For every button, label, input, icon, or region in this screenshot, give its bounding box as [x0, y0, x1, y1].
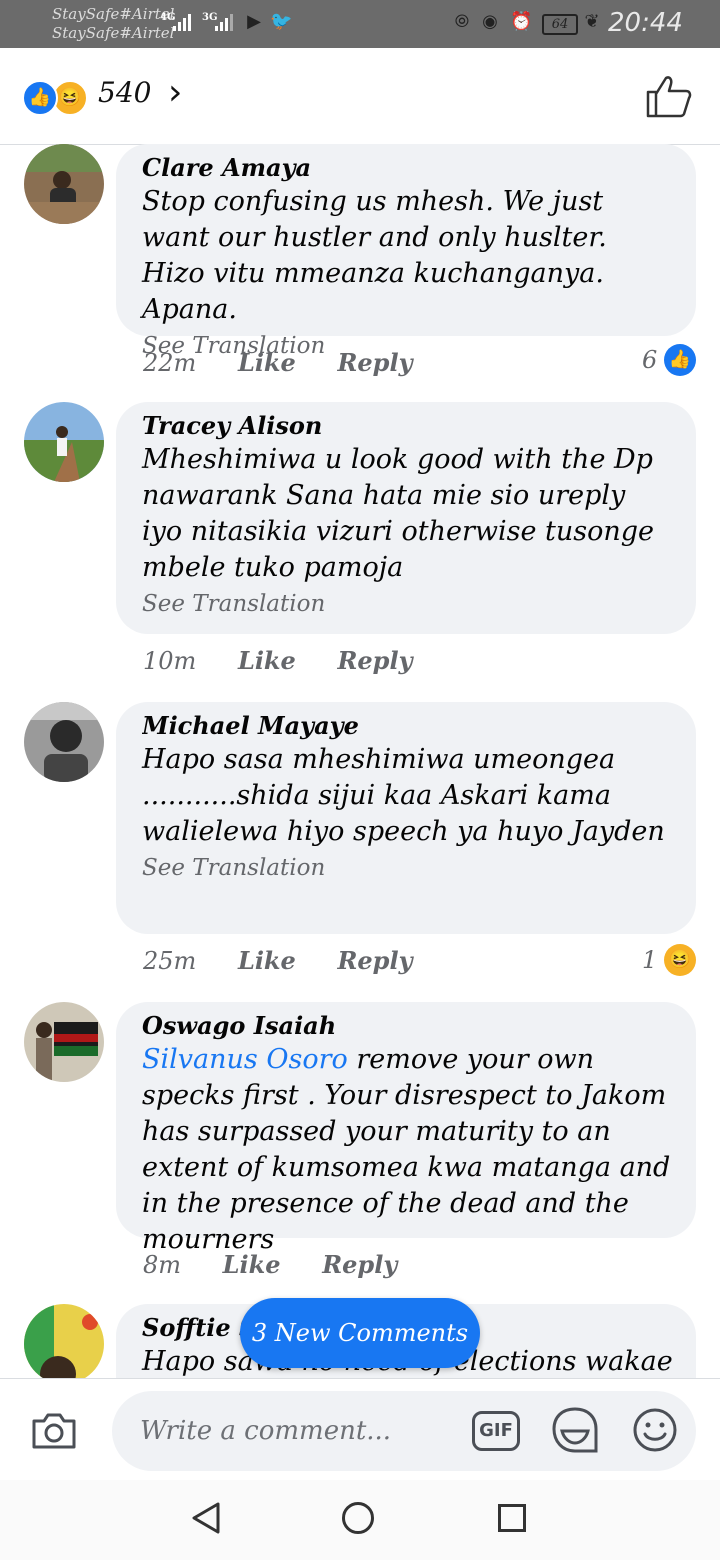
like-button[interactable]: Like [238, 646, 296, 675]
comment-author[interactable]: Michael Mayaye [142, 710, 672, 742]
like-icon: 👍 [664, 344, 696, 376]
comment-text: Silvanus Osoro remove your own specks fi… [142, 1042, 672, 1258]
system-nav-bar [0, 1480, 720, 1560]
comment-bubble[interactable]: Tracey Alison Mheshimiwa u look good wit… [116, 402, 696, 634]
gif-button[interactable]: GIF [472, 1411, 520, 1451]
recent-apps-icon[interactable] [498, 1504, 526, 1532]
comment-author[interactable]: Oswago Isaiah [142, 1010, 672, 1042]
comments-sheet: 👍 😆 540 › Clare Amaya Stop confusing us … [0, 48, 720, 1560]
carrier-1: StaySafe#Airtel [52, 5, 175, 23]
avatar[interactable] [24, 1002, 104, 1082]
comment-text-body: remove your own specks first . Your disr… [142, 1044, 671, 1255]
reply-button[interactable]: Reply [322, 1250, 397, 1279]
comment-reaction-count[interactable]: 1 [642, 946, 657, 974]
signal-icon-2 [215, 14, 233, 31]
comment-meta: 25m Like Reply [143, 946, 447, 975]
comment-text: Hapo sasa mheshimiwa umeongea ..........… [142, 744, 665, 847]
like-icon: 👍 [22, 80, 58, 116]
comment-time: 10m [143, 647, 197, 675]
reply-button[interactable]: Reply [337, 348, 412, 377]
comment-time: 22m [143, 349, 197, 377]
like-outline-icon[interactable] [644, 74, 692, 118]
camera-icon[interactable] [30, 1411, 78, 1451]
reply-button[interactable]: Reply [337, 646, 412, 675]
see-translation-link[interactable]: See Translation [142, 852, 672, 884]
reply-button[interactable]: Reply [337, 946, 412, 975]
alarm-icon: ⏰ [510, 11, 533, 32]
carrier-2: StaySafe#Airtel [52, 24, 175, 42]
new-comments-button[interactable]: 3 New Comments [240, 1298, 480, 1368]
comment-item: Tracey Alison Mheshimiwa u look good wit… [0, 402, 720, 692]
home-icon[interactable] [342, 1502, 374, 1534]
emoji-icon[interactable] [632, 1407, 678, 1453]
signal-icon [173, 14, 191, 31]
leaf-icon: ❦ [584, 11, 600, 32]
comment-time: 25m [143, 947, 197, 975]
comment-bubble[interactable]: Michael Mayaye Hapo sasa mheshimiwa umeo… [116, 702, 696, 934]
comment-meta: 8m Like Reply [143, 1250, 431, 1279]
reactions-header[interactable]: 👍 😆 540 › [0, 48, 720, 145]
avatar[interactable] [24, 402, 104, 482]
comment-bubble[interactable]: Clare Amaya Stop confusing us mhesh. We … [116, 144, 696, 359]
comment-text: Stop confusing us mhesh. We just want ou… [142, 186, 607, 325]
comment-item: Oswago Isaiah Silvanus Osoro remove your… [0, 1002, 720, 1292]
comment-item: Clare Amaya Stop confusing us mhesh. We … [0, 144, 720, 394]
battery-indicator: 64 [542, 14, 578, 35]
status-clock: 20:44 [608, 8, 683, 38]
mention-link[interactable]: Silvanus Osoro [142, 1044, 348, 1075]
reaction-count[interactable]: 540 [98, 76, 151, 109]
comment-item: Michael Mayaye Hapo sasa mheshimiwa umeo… [0, 702, 720, 992]
comment-input[interactable] [112, 1391, 696, 1471]
comment-meta: 22m Like Reply [143, 348, 447, 377]
avatar[interactable] [24, 144, 104, 224]
comment-time: 8m [143, 1251, 182, 1279]
haha-icon: 😆 [664, 944, 696, 976]
eye-comfort-icon: ◉ [482, 11, 498, 32]
sticker-icon[interactable] [550, 1405, 600, 1455]
see-translation-link[interactable]: See Translation [142, 588, 672, 620]
status-bar: StaySafe#Airtel StaySafe#Airtel 4G 3G ▶ … [0, 0, 720, 48]
comment-text: Mheshimiwa u look good with the Dp nawar… [142, 444, 655, 583]
avatar[interactable] [24, 1304, 104, 1380]
like-button[interactable]: Like [238, 946, 296, 975]
comment-meta: 10m Like Reply [143, 646, 447, 675]
youtube-icon: ▶ [247, 11, 261, 32]
comment-bubble[interactable]: Oswago Isaiah Silvanus Osoro remove your… [116, 1002, 696, 1255]
like-button[interactable]: Like [238, 348, 296, 377]
comment-author[interactable]: Clare Amaya [142, 152, 672, 184]
like-button[interactable]: Like [223, 1250, 281, 1279]
avatar[interactable] [24, 702, 104, 782]
vpn-icon: ⦾ [454, 11, 470, 32]
comment-reaction-count[interactable]: 6 [642, 346, 657, 374]
comment-author[interactable]: Sofftie Sc [142, 1312, 252, 1344]
back-icon[interactable] [188, 1500, 224, 1536]
twitter-icon: 🐦 [270, 11, 293, 32]
comment-composer: GIF [0, 1378, 720, 1481]
chevron-right-icon[interactable]: › [168, 72, 182, 113]
comment-author[interactable]: Tracey Alison [142, 410, 672, 442]
